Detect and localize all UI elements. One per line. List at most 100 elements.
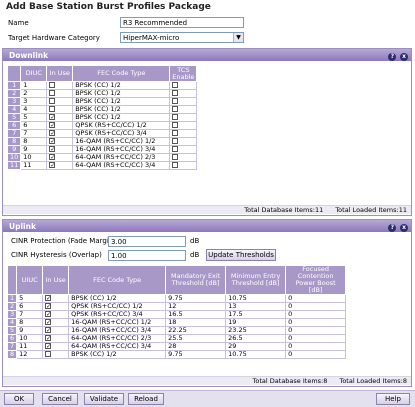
inuse-checkbox[interactable] xyxy=(49,98,56,104)
uplink-totals: Total Database Items:8 Total Loaded Item… xyxy=(3,376,411,385)
check-icon: ✓ xyxy=(50,122,56,129)
cinr-hysteresis-unit: dB xyxy=(190,251,200,259)
page-title: Add Base Station Burst Profiles Package xyxy=(6,2,211,12)
ok-button[interactable]: OK xyxy=(4,393,34,405)
inuse-checkbox[interactable]: ✓ xyxy=(49,146,55,153)
update-thresholds-button[interactable]: Update Thresholds xyxy=(206,249,276,261)
table-row[interactable]: 11 11 ✓ 64-QAM (RS+CC/CC) 3/4 xyxy=(6,161,198,170)
tcs-checkbox[interactable] xyxy=(172,82,179,88)
inuse-checkbox[interactable] xyxy=(49,90,56,96)
tcs-checkbox[interactable] xyxy=(172,162,179,168)
tcs-checkbox[interactable] xyxy=(172,146,179,152)
help-icon[interactable]: ? xyxy=(388,224,397,232)
uplink-table: UIUC In Use FEC Code Type Mandatory Exit… xyxy=(6,265,347,359)
col-uiuc[interactable]: UIUC xyxy=(16,265,44,295)
reload-button[interactable]: Reload xyxy=(128,393,164,405)
inuse-cell: ✓ xyxy=(42,334,70,343)
exit-threshold-cell: 9.75 xyxy=(165,350,227,359)
inuse-checkbox[interactable] xyxy=(49,106,56,112)
inuse-checkbox[interactable]: ✓ xyxy=(49,138,56,145)
inuse-checkbox[interactable]: ✓ xyxy=(49,114,56,121)
power-boost-cell: 0 xyxy=(285,318,347,327)
col-power-boost[interactable]: Focused Contention Power Boost [dB] xyxy=(285,265,347,295)
col-exit-threshold[interactable]: Mandatory Exit Threshold [dB] xyxy=(165,265,227,295)
category-label: Target Hardware Category xyxy=(8,34,100,42)
power-boost-cell: 0 xyxy=(285,326,347,335)
table-row[interactable]: 1 5 ✓ BPSK (CC) 1/2 9.75 10.75 0 xyxy=(6,294,347,303)
col-fec[interactable]: FEC Code Type xyxy=(68,265,167,295)
inuse-cell xyxy=(42,350,70,359)
col-diuc[interactable]: DIUC xyxy=(20,65,48,82)
inuse-cell: ✓ xyxy=(42,310,70,319)
inuse-cell: ✓ xyxy=(46,145,74,154)
inuse-checkbox[interactable]: ✓ xyxy=(45,303,51,310)
tcs-cell xyxy=(169,97,198,106)
cinr-hysteresis-input[interactable]: 1.00 xyxy=(108,250,186,261)
cinr-protection-input[interactable]: 3.00 xyxy=(108,236,186,247)
chevron-down-icon[interactable]: ▼ xyxy=(233,33,243,42)
category-select[interactable]: HiperMAX-micro ▼ xyxy=(120,32,244,43)
validate-button[interactable]: Validate xyxy=(84,393,124,405)
row-number: 11 xyxy=(6,161,22,170)
inuse-cell: ✓ xyxy=(46,161,74,170)
inuse-checkbox[interactable]: ✓ xyxy=(45,327,52,334)
inuse-cell: ✓ xyxy=(46,153,74,162)
inuse-cell: ✓ xyxy=(42,302,70,311)
tcs-checkbox[interactable] xyxy=(172,106,179,112)
col-fec[interactable]: FEC Code Type xyxy=(72,65,171,82)
downlink-total-db: Total Database Items:11 xyxy=(244,206,324,214)
power-boost-cell: 0 xyxy=(285,342,347,351)
help-button[interactable]: Help xyxy=(376,393,410,405)
check-icon: ✓ xyxy=(46,335,52,342)
col-inuse[interactable]: In Use xyxy=(42,265,70,295)
downlink-total-loaded: Total Loaded Items:11 xyxy=(335,206,407,214)
tcs-cell xyxy=(169,153,198,162)
name-input[interactable]: R3 Recommended xyxy=(120,17,244,28)
tcs-checkbox[interactable] xyxy=(172,138,179,144)
inuse-checkbox[interactable]: ✓ xyxy=(45,343,51,350)
tcs-cell xyxy=(169,89,198,98)
close-icon[interactable]: x xyxy=(400,53,408,61)
inuse-checkbox[interactable]: ✓ xyxy=(45,295,51,302)
inuse-checkbox[interactable]: ✓ xyxy=(49,162,55,169)
uplink-header: Uplink ? x xyxy=(3,220,411,232)
tcs-cell xyxy=(169,137,198,146)
tcs-checkbox[interactable] xyxy=(172,98,179,104)
inuse-checkbox[interactable]: ✓ xyxy=(49,154,55,161)
help-icon[interactable]: ? xyxy=(388,53,397,61)
table-row[interactable]: 6 10 ✓ 64-QAM (RS+CC/CC) 2/3 25.5 26.5 0 xyxy=(6,334,347,343)
uiuc-cell: 12 xyxy=(16,350,44,359)
inuse-checkbox[interactable]: ✓ xyxy=(45,311,51,318)
power-boost-cell: 0 xyxy=(285,294,347,303)
table-row[interactable]: 8 12 BPSK (CC) 1/2 9.75 10.75 0 xyxy=(6,350,347,359)
tcs-checkbox[interactable] xyxy=(172,154,179,160)
col-tcs[interactable]: TCS Enable xyxy=(169,65,198,82)
inuse-checkbox[interactable]: ✓ xyxy=(49,122,56,129)
check-icon: ✓ xyxy=(50,138,56,145)
inuse-checkbox[interactable]: ✓ xyxy=(49,130,55,137)
tcs-checkbox[interactable] xyxy=(172,122,179,128)
inuse-checkbox[interactable] xyxy=(45,351,52,357)
diuc-cell: 11 xyxy=(20,161,48,170)
tcs-checkbox[interactable] xyxy=(172,114,179,120)
check-icon: ✓ xyxy=(46,327,52,334)
tcs-checkbox[interactable] xyxy=(172,130,179,136)
inuse-cell: ✓ xyxy=(46,113,74,122)
inuse-cell: ✓ xyxy=(42,342,70,351)
row-number: 8 xyxy=(6,350,18,359)
col-inuse[interactable]: In Use xyxy=(46,65,74,82)
col-entry-threshold[interactable]: Minimum Entry Threshold [dB] xyxy=(225,265,287,295)
close-icon[interactable]: x xyxy=(400,224,408,232)
power-boost-cell: 0 xyxy=(285,350,347,359)
check-icon: ✓ xyxy=(50,114,56,121)
inuse-checkbox[interactable]: ✓ xyxy=(45,335,52,342)
inuse-checkbox[interactable] xyxy=(49,82,56,88)
inuse-checkbox[interactable]: ✓ xyxy=(45,319,51,326)
tcs-cell xyxy=(169,121,198,130)
category-value: HiperMAX-micro xyxy=(123,34,180,42)
inuse-cell: ✓ xyxy=(42,326,70,335)
table-row[interactable]: 3 7 ✓ QPSK (RS+CC/CC) 3/4 16.5 17.5 0 xyxy=(6,310,347,319)
cancel-button[interactable]: Cancel xyxy=(42,393,78,405)
inuse-cell: ✓ xyxy=(46,129,74,138)
tcs-checkbox[interactable] xyxy=(172,90,179,96)
